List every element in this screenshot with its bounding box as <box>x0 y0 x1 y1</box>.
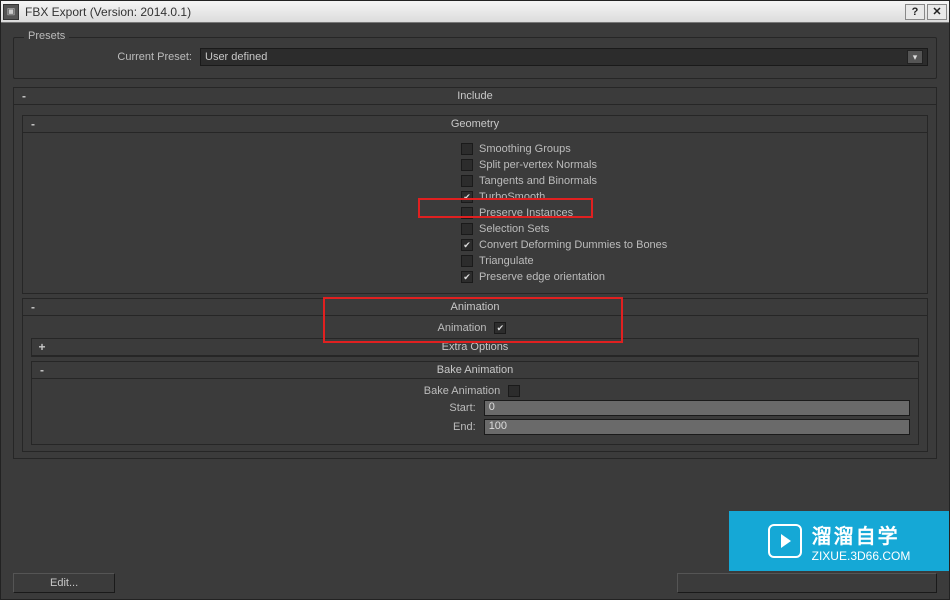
section-bake-animation: - Bake Animation Bake Animation Start: <box>31 361 919 445</box>
chk-turbosmooth[interactable]: TurboSmooth <box>461 191 919 203</box>
expand-icon: + <box>32 340 52 354</box>
checkbox-icon <box>461 175 473 187</box>
section-extra-options: + Extra Options <box>31 338 919 357</box>
chk-preserve-instances[interactable]: Preserve Instances <box>461 207 919 219</box>
start-input[interactable]: 0 <box>484 400 910 416</box>
collapse-icon: - <box>14 89 34 103</box>
checkbox-icon <box>508 385 520 397</box>
chk-animation[interactable] <box>494 322 512 334</box>
collapse-icon: - <box>23 300 43 314</box>
end-label: End: <box>40 421 476 433</box>
current-preset-label: Current Preset: <box>22 51 192 63</box>
chk-selection-sets[interactable]: Selection Sets <box>461 223 919 235</box>
checkbox-icon <box>461 223 473 235</box>
section-animation-header[interactable]: - Animation <box>23 299 927 316</box>
checkbox-icon <box>461 143 473 155</box>
play-icon <box>768 524 802 558</box>
watermark-text: 溜溜自学 ZIXUE.3D66.COM <box>812 520 911 563</box>
current-preset-value: User defined <box>205 51 267 63</box>
footer-bar: Edit... <box>13 573 937 593</box>
close-button[interactable]: ✕ <box>927 4 947 20</box>
checkbox-icon <box>461 207 473 219</box>
checkbox-icon <box>461 191 473 203</box>
window-title: FBX Export (Version: 2014.0.1) <box>25 5 903 19</box>
chk-smoothing-groups[interactable]: Smoothing Groups <box>461 143 919 155</box>
presets-legend: Presets <box>24 30 69 42</box>
section-include: - Include - Geometry Smoothing Groups Sp… <box>13 87 937 459</box>
section-title: Animation <box>23 301 927 313</box>
checkbox-icon <box>461 271 473 283</box>
section-geometry: - Geometry Smoothing Groups Split per-ve… <box>22 115 928 294</box>
collapse-icon: - <box>32 363 52 377</box>
chk-tangents-binormals[interactable]: Tangents and Binormals <box>461 175 919 187</box>
edit-button[interactable]: Edit... <box>13 573 115 593</box>
animation-checkbox-row: Animation <box>31 322 919 334</box>
end-input[interactable]: 100 <box>484 419 910 435</box>
chk-convert-dummies[interactable]: Convert Deforming Dummies to Bones <box>461 239 919 251</box>
bake-label: Bake Animation <box>424 385 500 397</box>
section-extra-header[interactable]: + Extra Options <box>32 339 918 356</box>
chevron-down-icon <box>907 50 923 64</box>
section-title: Bake Animation <box>32 364 918 376</box>
app-icon: ▣ <box>3 4 19 20</box>
current-preset-dropdown[interactable]: User defined <box>200 48 928 66</box>
checkbox-icon <box>461 159 473 171</box>
section-bake-header[interactable]: - Bake Animation <box>32 362 918 379</box>
start-label: Start: <box>40 402 476 414</box>
window-body: Presets Current Preset: User defined - I… <box>1 23 949 599</box>
presets-fieldset: Presets Current Preset: User defined <box>13 37 937 79</box>
chk-bake-animation[interactable] <box>508 385 526 397</box>
watermark-url: ZIXUE.3D66.COM <box>812 549 911 563</box>
collapse-icon: - <box>23 117 43 131</box>
fbx-export-window: ▣ FBX Export (Version: 2014.0.1) ? ✕ Pre… <box>0 0 950 600</box>
chk-split-normals[interactable]: Split per-vertex Normals <box>461 159 919 171</box>
chk-preserve-edge[interactable]: Preserve edge orientation <box>461 271 919 283</box>
chk-triangulate[interactable]: Triangulate <box>461 255 919 267</box>
geometry-options: Smoothing Groups Split per-vertex Normal… <box>461 143 919 283</box>
checkbox-icon <box>494 322 506 334</box>
section-title: Geometry <box>23 118 927 130</box>
end-frame-row: End: 100 <box>40 419 910 435</box>
help-button[interactable]: ? <box>905 4 925 20</box>
title-bar: ▣ FBX Export (Version: 2014.0.1) ? ✕ <box>1 1 949 23</box>
section-title: Extra Options <box>32 341 918 353</box>
section-include-header[interactable]: - Include <box>14 88 936 105</box>
section-title: Include <box>14 90 936 102</box>
checkbox-icon <box>461 255 473 267</box>
checkbox-icon <box>461 239 473 251</box>
watermark: 溜溜自学 ZIXUE.3D66.COM <box>729 511 949 571</box>
watermark-brand: 溜溜自学 <box>812 520 911 549</box>
start-frame-row: Start: 0 <box>40 400 910 416</box>
section-geometry-header[interactable]: - Geometry <box>23 116 927 133</box>
footer-button-right[interactable] <box>677 573 937 593</box>
current-preset-row: Current Preset: User defined <box>22 48 928 66</box>
animation-label: Animation <box>438 322 487 334</box>
section-animation: - Animation Animation + Extra Options <box>22 298 928 452</box>
bake-checkbox-row: Bake Animation <box>40 385 910 397</box>
